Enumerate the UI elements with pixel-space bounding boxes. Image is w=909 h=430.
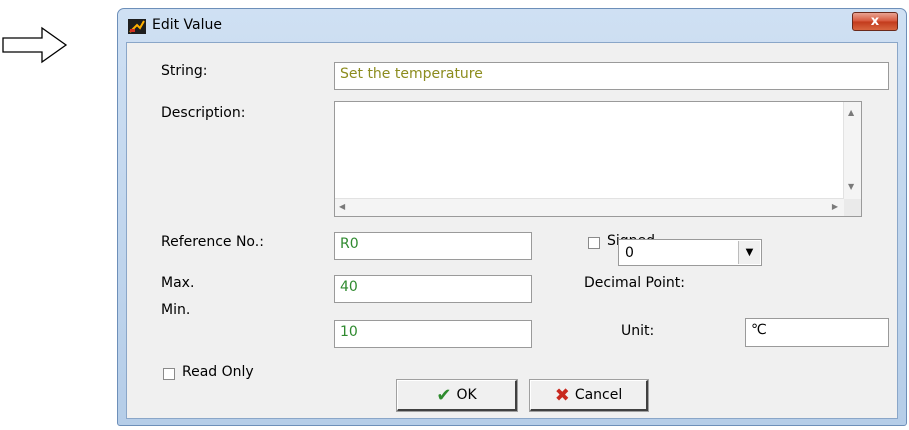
decimal-point-value: 0 <box>625 245 634 261</box>
string-input[interactable]: Set the temperature <box>334 62 889 90</box>
reference-label: Reference No.: <box>161 234 264 250</box>
check-icon: ✔ <box>436 384 452 406</box>
edit-value-dialog: Edit Value x String: Set the temperature… <box>117 8 907 426</box>
cancel-button-label: Cancel <box>574 387 623 403</box>
chevron-down-icon[interactable]: ▼ <box>738 241 760 264</box>
scroll-up-icon[interactable]: ▲ <box>848 108 854 117</box>
reference-input[interactable]: R0 <box>334 232 532 260</box>
scroll-down-icon[interactable]: ▼ <box>848 182 854 191</box>
unit-label: Unit: <box>621 323 655 339</box>
max-input[interactable]: 40 <box>334 275 532 303</box>
scroll-right-icon[interactable]: ▶ <box>832 202 838 211</box>
read-only-checkbox[interactable] <box>163 368 175 380</box>
right-arrow-icon <box>2 26 68 64</box>
min-input[interactable]: 10 <box>334 320 532 348</box>
cancel-button[interactable]: ✖ Cancel <box>529 379 649 412</box>
min-label: Min. <box>161 302 191 318</box>
x-icon: ✖ <box>554 384 570 406</box>
edit-app-icon <box>128 19 146 34</box>
read-only-label: Read Only <box>182 364 254 380</box>
ok-button-label: OK <box>456 387 477 403</box>
decimal-point-select[interactable]: 0 ▼ <box>618 239 762 266</box>
description-textarea[interactable]: ▲ ▼ ◀ ▶ <box>334 101 862 217</box>
decimal-point-label: Decimal Point: <box>584 275 686 291</box>
string-label: String: <box>161 63 208 79</box>
window-title: Edit Value <box>152 17 223 33</box>
description-label: Description: <box>161 105 246 121</box>
unit-input[interactable]: ℃ <box>745 318 889 347</box>
scrollbar-corner <box>844 199 861 216</box>
dialog-body: String: Set the temperature Description:… <box>126 42 898 419</box>
title-bar[interactable]: Edit Value x <box>118 9 906 41</box>
ok-button[interactable]: ✔ OK <box>396 379 518 412</box>
scroll-left-icon[interactable]: ◀ <box>339 202 345 211</box>
horizontal-scrollbar[interactable]: ◀ ▶ <box>335 198 844 216</box>
vertical-scrollbar[interactable]: ▲ ▼ <box>843 102 861 200</box>
max-label: Max. <box>161 275 195 291</box>
close-button[interactable]: x <box>852 12 898 31</box>
signed-checkbox[interactable] <box>588 237 600 249</box>
close-icon: x <box>870 14 880 29</box>
